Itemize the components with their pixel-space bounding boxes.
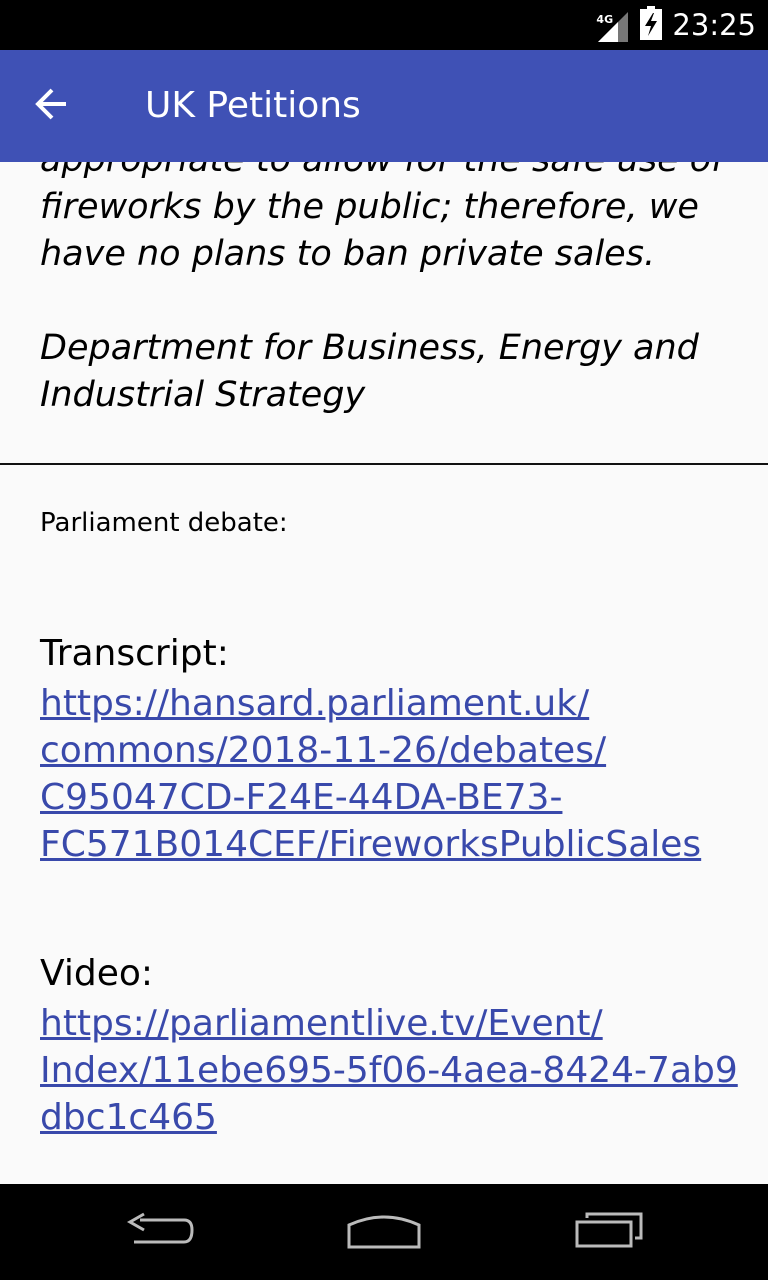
video-link[interactable]: https://parliamentlive.tv/Event/ Index/1… xyxy=(40,1000,740,1141)
status-time: 23:25 xyxy=(672,8,756,42)
section-divider xyxy=(0,463,768,465)
nav-home-button[interactable] xyxy=(336,1208,432,1256)
transcript-label: Transcript: xyxy=(40,633,229,674)
petition-detail-content[interactable]: appropriate to allow for the safe use of… xyxy=(0,50,768,1184)
transcript-link[interactable]: https://hansard.parliament.uk/ commons/2… xyxy=(40,680,740,868)
nav-recents-button[interactable] xyxy=(562,1208,658,1256)
nav-home-icon xyxy=(347,1211,421,1253)
status-icons: 4G 23:25 xyxy=(596,0,756,50)
battery-charging-icon xyxy=(640,6,663,44)
status-bar: 4G 23:25 xyxy=(0,0,768,50)
nav-back-icon xyxy=(126,1212,194,1252)
back-button[interactable] xyxy=(30,84,74,128)
government-response-text: appropriate to allow for the safe use of… xyxy=(40,140,723,415)
app-bar: UK Petitions xyxy=(0,50,768,162)
signal-icon: 4G xyxy=(596,8,630,42)
nav-recents-icon xyxy=(575,1212,645,1252)
debate-heading: Parliament debate: xyxy=(40,508,288,538)
nav-back-button[interactable] xyxy=(112,1208,208,1256)
app-title: UK Petitions xyxy=(145,85,361,126)
arrow-back-icon xyxy=(34,86,70,126)
navigation-bar xyxy=(0,1184,768,1280)
video-label: Video: xyxy=(40,953,153,994)
